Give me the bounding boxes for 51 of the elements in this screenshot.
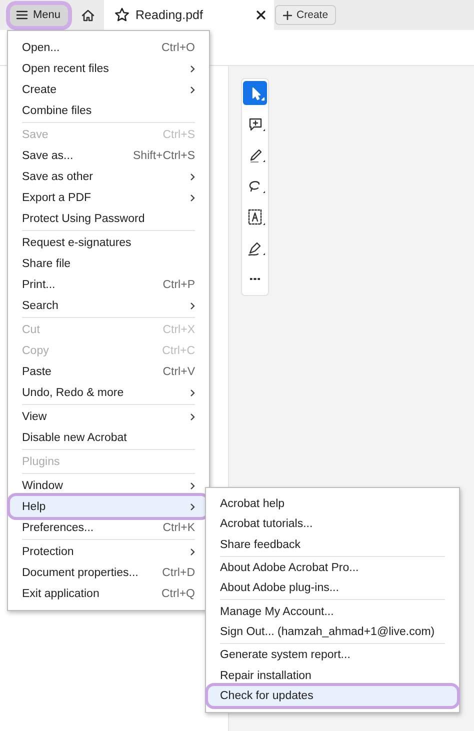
close-icon xyxy=(256,10,266,20)
menu-item[interactable]: Check for updates xyxy=(208,686,457,706)
menu-item[interactable]: Acrobat tutorials... xyxy=(208,514,457,535)
menu-item[interactable]: Save as other xyxy=(10,166,207,187)
home-icon[interactable] xyxy=(80,8,95,22)
shortcut-label: Ctrl+P xyxy=(162,278,195,290)
menu-item[interactable]: Sign Out... (hamzah_ahmad+1@live.com) xyxy=(208,622,457,642)
menu-item[interactable]: Print... Ctrl+P xyxy=(10,274,207,295)
menu-item[interactable]: Acrobat help xyxy=(208,494,457,514)
menu-item[interactable]: Document properties... Ctrl+D xyxy=(10,562,207,583)
menu-item[interactable]: Disable new Acrobat xyxy=(10,427,207,448)
menu-item[interactable]: Help xyxy=(10,496,207,517)
menu-item[interactable]: Preferences... Ctrl+K xyxy=(10,517,207,538)
menu-item[interactable]: Save as... Shift+Ctrl+S xyxy=(10,145,207,166)
menu-item[interactable]: About Adobe plug-ins... xyxy=(208,578,457,598)
menu-icon xyxy=(16,10,28,20)
menu-item[interactable]: View xyxy=(10,406,207,427)
shortcut-label: Ctrl+V xyxy=(162,366,195,378)
menu-item[interactable]: Generate system report... xyxy=(208,645,457,666)
menu-item[interactable]: About Adobe Acrobat Pro... xyxy=(208,558,457,578)
menu-item[interactable]: Export a PDF xyxy=(10,187,207,208)
plus-icon xyxy=(282,10,292,20)
menu-item[interactable]: Exit application Ctrl+Q xyxy=(10,583,207,604)
menu-item[interactable]: Share file xyxy=(10,253,207,274)
menu-item[interactable]: Protect Using Password xyxy=(10,208,207,229)
shortcut-label: Shift+Ctrl+S xyxy=(133,150,195,162)
menu-item[interactable]: Undo, Redo & more xyxy=(10,382,207,403)
menu-item[interactable]: Manage My Account... xyxy=(208,601,457,622)
shortcut-label: Ctrl+D xyxy=(162,566,195,578)
shortcut-label: Ctrl+X xyxy=(162,324,195,336)
menu-item[interactable]: Paste Ctrl+V xyxy=(10,361,207,382)
menu-item[interactable]: Open recent files xyxy=(10,58,207,79)
shortcut-label: Ctrl+K xyxy=(162,522,195,534)
menu-item[interactable]: Protection xyxy=(10,541,207,562)
pointer-tool[interactable] xyxy=(243,81,267,105)
star-icon xyxy=(114,7,130,23)
shortcut-label: Ctrl+C xyxy=(162,344,195,356)
menu-item[interactable]: Share feedback xyxy=(208,534,457,555)
menu-item[interactable]: Search xyxy=(10,295,207,316)
create-button[interactable]: Create xyxy=(274,5,336,25)
menu-button[interactable]: Menu xyxy=(10,4,68,26)
document-tab[interactable]: Reading.pdf xyxy=(104,0,274,30)
menu-item[interactable]: Open... Ctrl+O xyxy=(10,37,207,58)
menu-item[interactable]: Combine files xyxy=(10,100,207,121)
menu-item[interactable]: Repair installation xyxy=(208,665,457,686)
menu-item[interactable]: Window xyxy=(10,475,207,496)
menu-item[interactable]: Request e-signatures xyxy=(10,232,207,253)
shortcut-label: Ctrl+Q xyxy=(161,588,195,600)
shortcut-label: Ctrl+O xyxy=(161,42,195,54)
shortcut-label: Ctrl+S xyxy=(162,128,195,140)
menu-item[interactable]: Create xyxy=(10,79,207,100)
